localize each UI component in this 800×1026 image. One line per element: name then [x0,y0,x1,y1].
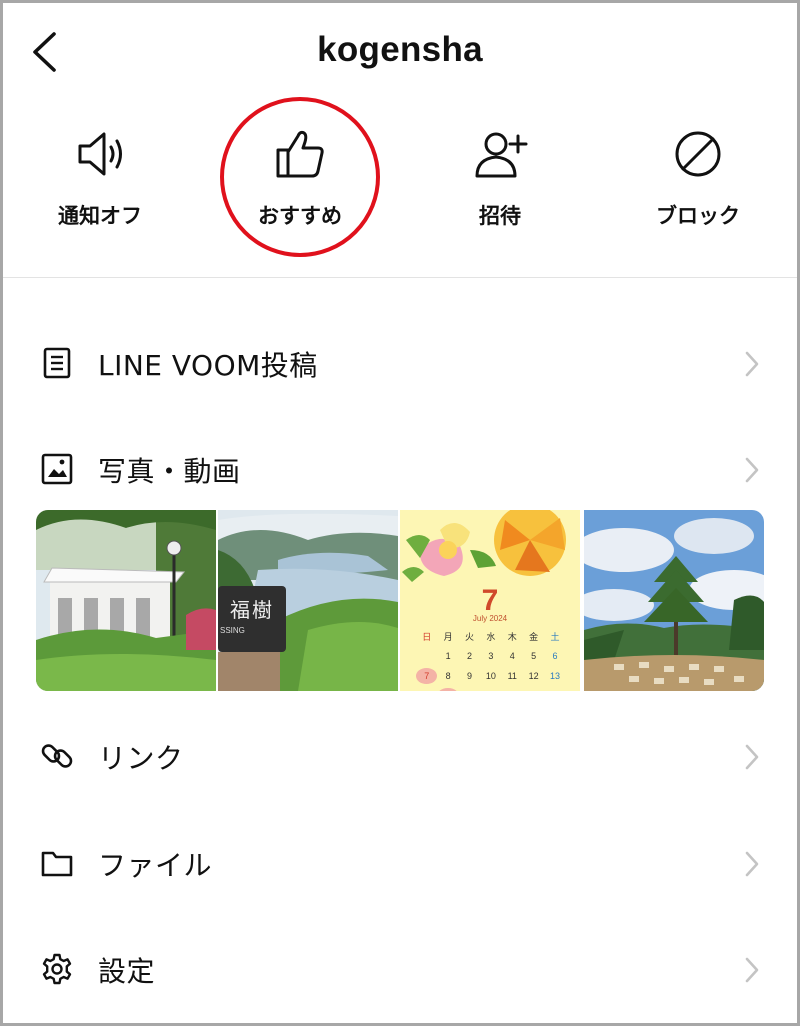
calendar-day: 15 [437,688,459,691]
media-thumbnail-strip: 福樹 SSING 7 July 2024 日 月 火 水 木 金 土 1 2 3… [36,510,764,691]
calendar-subtitle: July 2024 [472,614,508,623]
chevron-right-icon [741,955,763,985]
calendar-day: 8 [445,671,451,681]
block-icon [670,126,726,182]
chevron-right-icon [741,849,763,879]
page-title: kogensha [317,30,483,69]
calendar-day: 3 [488,651,494,661]
calendar-day: 10 [485,671,496,681]
media-thumbnail[interactable] [36,510,216,691]
weekday-label: 土 [550,631,560,642]
calendar-week-row: 7 8 9 10 11 12 13 [416,666,566,686]
weekday-label: 金 [529,631,539,642]
image-icon [40,452,74,486]
add-friend-icon [472,126,528,182]
weekday-label: 水 [486,631,496,642]
stone-inscription: 福樹 [230,598,274,622]
highlight-circle [220,97,380,257]
mute-notifications-button[interactable]: 通知オフ [5,110,195,250]
calendar-day: 5 [531,651,537,661]
weekday-label: 火 [464,631,474,642]
calendar-week-row: 14 15 16 17 18 19 20 [416,686,566,691]
calendar-day: 6 [552,651,558,661]
gear-icon [40,952,74,986]
menu-label: LINE VOOM投稿 [98,349,318,382]
block-button[interactable]: ブロック [603,110,793,250]
calendar-thumbnail[interactable]: 7 July 2024 日 月 火 水 木 金 土 1 2 3 4 5 6 7 … [400,510,580,691]
calendar-day: 11 [507,671,517,681]
calendar-day: 9 [466,671,472,681]
calendar-month: 7 [481,584,499,617]
calendar-day: 1 [445,651,451,661]
link-icon [40,739,74,773]
calendar-day: 13 [550,671,561,681]
calendar-day: 4 [509,651,515,661]
chevron-right-icon [741,742,763,772]
calendar-day: 7 [416,668,438,684]
calendar-day: 12 [528,671,539,681]
divider [0,277,800,278]
stone-inscription-small: SSING [220,626,245,635]
media-thumbnail[interactable]: 福樹 SSING [218,510,398,691]
chevron-right-icon [741,349,763,379]
action-bar: 通知オフ おすすめ 招待 ブロック [0,110,800,250]
media-thumbnail[interactable] [584,510,764,691]
weekday-label: 日 [422,631,432,642]
weekday-label: 木 [507,631,517,642]
menu-item-files[interactable]: ファイル [0,827,800,897]
weekday-label: 月 [443,631,453,642]
menu-item-line-voom[interactable]: LINE VOOM投稿 [0,327,800,397]
header: kogensha [0,0,800,105]
calendar-day: 2 [466,651,472,661]
menu-item-photos-videos[interactable]: 写真・動画 [0,433,800,503]
calendar-grid: 日 月 火 水 木 金 土 1 2 3 4 5 6 7 8 9 10 11 12… [416,626,566,691]
calendar-week-row: 1 2 3 4 5 6 [416,646,566,666]
action-label: 通知オフ [58,204,142,228]
menu-label: 設定 [98,955,156,988]
folder-icon [40,846,74,880]
calendar-weekday-row: 日 月 火 水 木 金 土 [416,626,566,646]
speaker-icon [72,126,128,182]
chevron-right-icon [741,455,763,485]
menu-label: 写真・動画 [98,455,241,488]
menu-label: リンク [98,742,184,775]
invite-button[interactable]: 招待 [405,110,595,250]
document-icon [40,346,74,380]
action-label: 招待 [479,204,521,228]
menu-item-settings[interactable]: 設定 [0,933,800,1003]
action-label: ブロック [656,204,740,228]
menu-label: ファイル [98,849,213,882]
menu-item-links[interactable]: リンク [0,720,800,790]
